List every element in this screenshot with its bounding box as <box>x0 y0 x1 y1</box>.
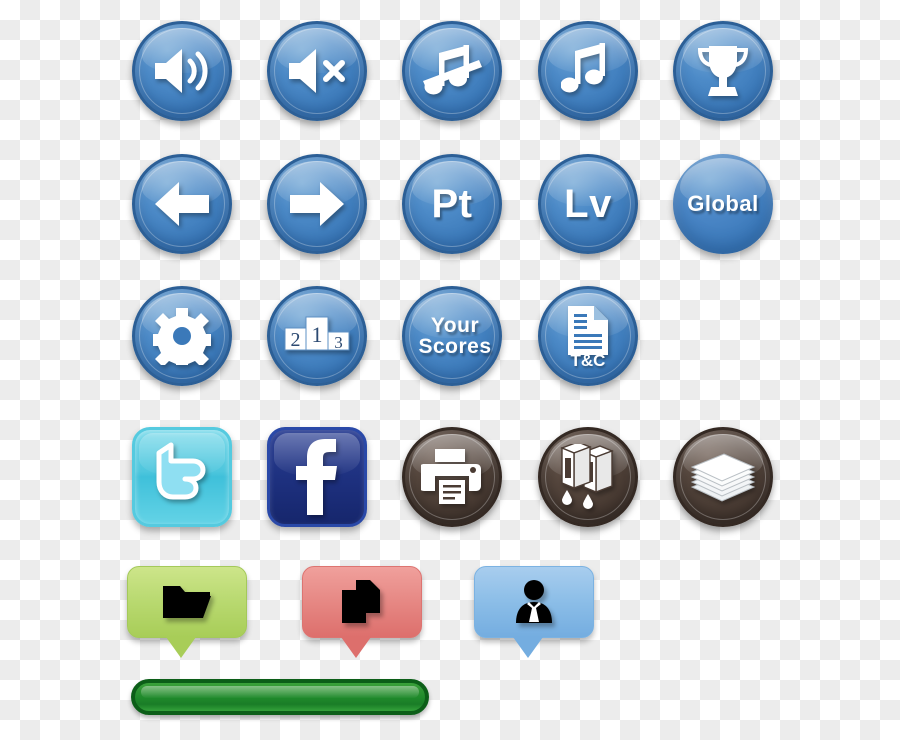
folder-icon <box>128 567 246 637</box>
twitter-icon <box>135 430 229 524</box>
progress-bar[interactable] <box>131 679 429 715</box>
sound-off-button[interactable] <box>267 21 367 121</box>
arrow-right-icon <box>270 157 364 251</box>
music-off-button[interactable] <box>402 21 502 121</box>
print-button[interactable] <box>402 427 502 527</box>
user-icon <box>475 567 593 637</box>
ink-cartridge-icon <box>541 430 635 524</box>
achievements-button[interactable] <box>673 21 773 121</box>
settings-button[interactable] <box>132 286 232 386</box>
points-label: Pt <box>431 181 473 226</box>
your-scores-label: Your Scores <box>418 313 492 358</box>
your-scores-button[interactable]: Your Scores <box>402 286 502 386</box>
podium-icon: 2 1 3 <box>270 289 364 383</box>
speaker-mute-icon <box>270 24 364 118</box>
icon-sheet: Pt Lv Global 2 1 3 Your Scores T&C <box>0 0 900 740</box>
twitter-button[interactable] <box>132 427 232 527</box>
bubble-tail <box>166 637 196 658</box>
facebook-icon <box>270 430 364 524</box>
back-button[interactable] <box>132 154 232 254</box>
music-on-button[interactable] <box>538 21 638 121</box>
trophy-icon <box>676 24 770 118</box>
leaderboard-button[interactable]: 2 1 3 <box>267 286 367 386</box>
terms-button[interactable]: T&C <box>538 286 638 386</box>
forward-button[interactable] <box>267 154 367 254</box>
paper-stack-icon <box>676 430 770 524</box>
paper-button[interactable] <box>673 427 773 527</box>
files-bubble-button[interactable] <box>302 566 422 658</box>
points-button[interactable]: Pt <box>402 154 502 254</box>
bar-gloss <box>141 686 419 698</box>
speaker-on-icon <box>135 24 229 118</box>
sound-on-button[interactable] <box>132 21 232 121</box>
level-label: Lv <box>564 181 612 226</box>
podium-first: 1 <box>312 322 323 347</box>
printer-icon <box>405 430 499 524</box>
folder-bubble-button[interactable] <box>127 566 247 658</box>
bubble-tail <box>513 637 543 658</box>
podium-second: 2 <box>291 329 301 351</box>
music-note-icon <box>541 24 635 118</box>
ink-button[interactable] <box>538 427 638 527</box>
terms-label: T&C <box>570 351 606 370</box>
podium-third: 3 <box>334 333 343 352</box>
level-button[interactable]: Lv <box>538 154 638 254</box>
music-note-off-icon <box>405 24 499 118</box>
bubble-tail <box>341 637 371 658</box>
global-button[interactable]: Global <box>673 154 773 254</box>
arrow-left-icon <box>135 157 229 251</box>
facebook-button[interactable] <box>267 427 367 527</box>
gear-icon <box>135 289 229 383</box>
documents-icon <box>303 567 421 637</box>
profile-bubble-button[interactable] <box>474 566 594 658</box>
global-label: Global <box>687 190 759 216</box>
